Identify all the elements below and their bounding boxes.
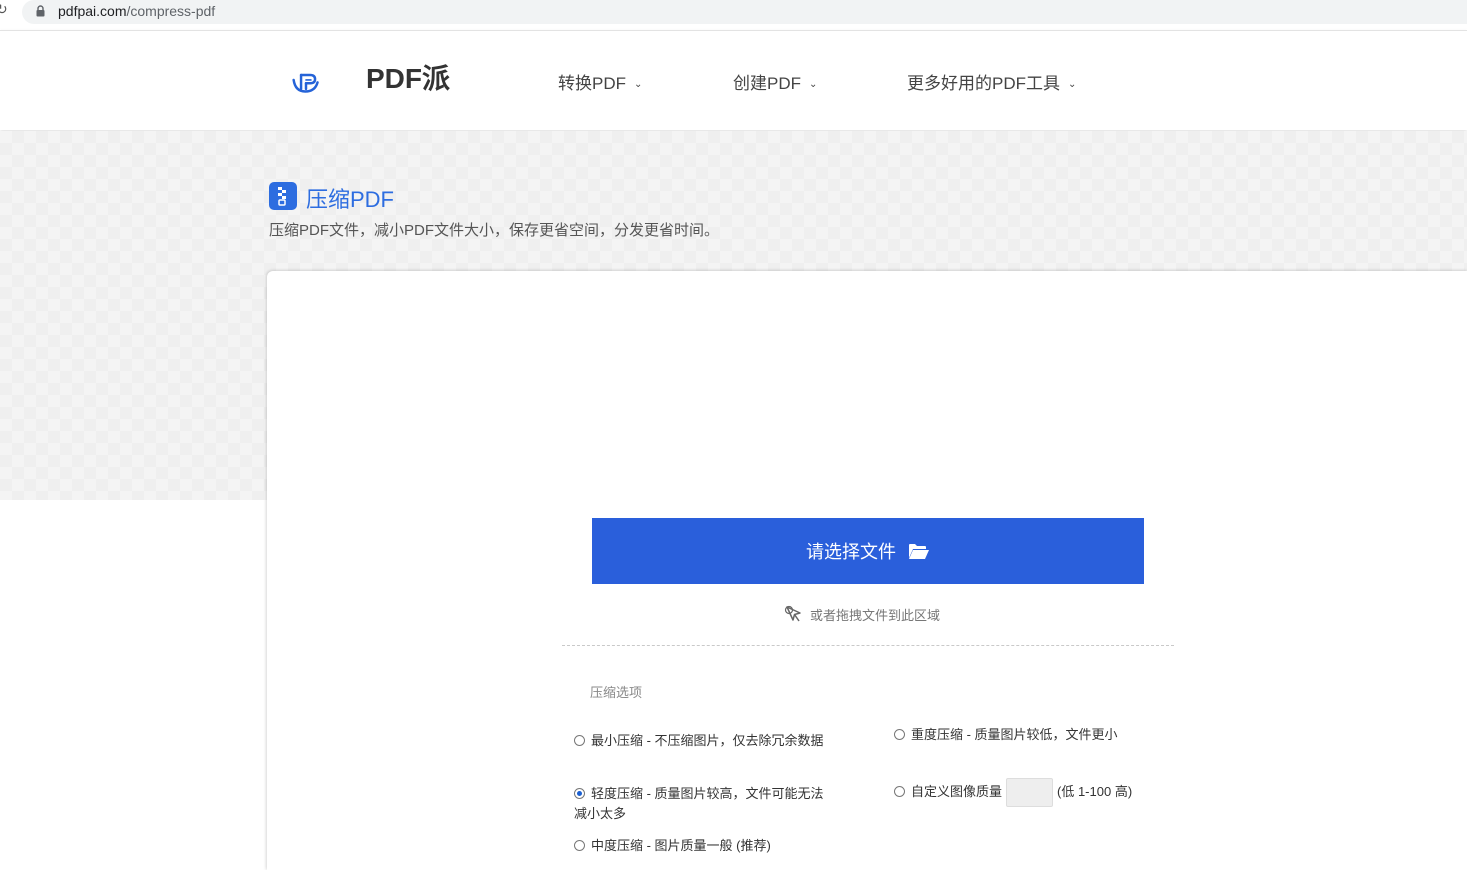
option-heavy-label: 重度压缩 - 质量图片较低，文件更小	[911, 727, 1118, 742]
option-minimal-label: 最小压缩 - 不压缩图片，仅去除冗余数据	[591, 733, 824, 748]
option-custom-quality[interactable]: 自定义图像质量 (低 1-100 高)	[894, 777, 1164, 808]
nav-create-pdf-label: 创建PDF	[733, 74, 801, 93]
radio-button-checked[interactable]	[574, 788, 585, 799]
url-path: /compress-pdf	[126, 3, 216, 19]
option-minimal-compression[interactable]: 最小压缩 - 不压缩图片，仅去除冗余数据	[574, 731, 836, 751]
nav-more-tools-label: 更多好用的PDF工具	[907, 74, 1060, 93]
nav-convert-pdf[interactable]: 转换PDF ⌄	[558, 69, 642, 94]
site-header: PDF派 转换PDF ⌄ 创建PDF ⌄ 更多好用的PDF工具 ⌄	[0, 30, 1467, 130]
url-host: pdfpai.com	[58, 3, 127, 19]
drag-drop-hint: 或者拖拽文件到此区域	[784, 604, 940, 624]
lock-icon	[36, 5, 45, 17]
option-heavy-compression[interactable]: 重度压缩 - 质量图片较低，文件更小	[894, 725, 1154, 745]
nav-convert-pdf-label: 转换PDF	[558, 74, 626, 93]
page-title: 压缩PDF	[306, 187, 395, 212]
nav-create-pdf[interactable]: 创建PDF ⌄	[733, 69, 817, 94]
folder-open-icon	[909, 543, 929, 559]
option-light-compression[interactable]: 轻度压缩 - 质量图片较高，文件可能无法减小太多	[574, 784, 836, 824]
divider	[562, 645, 1174, 646]
drag-hint-text: 或者拖拽文件到此区域	[810, 607, 941, 623]
chevron-down-icon: ⌄	[634, 79, 643, 90]
choose-file-label: 请选择文件	[806, 542, 896, 562]
radio-button[interactable]	[574, 840, 585, 851]
option-medium-label: 中度压缩 - 图片质量一般 (推荐)	[591, 838, 771, 853]
omnibox[interactable]: pdfpai.com/compress-pdf	[22, 0, 1467, 24]
choose-file-button[interactable]: 请选择文件	[592, 518, 1144, 584]
custom-quality-hint: (低 1-100 高)	[1057, 784, 1133, 799]
chevron-down-icon: ⌄	[809, 79, 818, 90]
radio-button[interactable]	[574, 735, 585, 746]
url-text: pdfpai.com/compress-pdf	[58, 3, 215, 19]
chevron-down-icon: ⌄	[1068, 79, 1077, 90]
zip-file-icon	[269, 182, 297, 210]
custom-quality-input[interactable]	[1006, 778, 1054, 808]
radio-button[interactable]	[894, 786, 905, 797]
pdfpai-logo[interactable]	[292, 55, 362, 109]
option-medium-compression[interactable]: 中度压缩 - 图片质量一般 (推荐)	[574, 836, 836, 856]
compression-options-heading: 压缩选项	[590, 685, 643, 700]
option-custom-label: 自定义图像质量	[911, 784, 1003, 799]
browser-address-bar: ↻ pdfpai.com/compress-pdf	[0, 0, 1467, 26]
radio-button[interactable]	[894, 729, 905, 740]
reload-icon[interactable]: ↻	[0, 2, 8, 18]
logo-text[interactable]: PDF派	[366, 57, 450, 97]
drag-pointer-icon	[784, 605, 801, 622]
option-light-label: 轻度压缩 - 质量图片较高，文件可能无法减小太多	[574, 786, 824, 821]
nav-more-tools[interactable]: 更多好用的PDF工具 ⌄	[907, 69, 1076, 94]
page-description: 压缩PDF文件，减小PDF文件大小，保存更省空间，分发更省时间。	[269, 222, 720, 239]
